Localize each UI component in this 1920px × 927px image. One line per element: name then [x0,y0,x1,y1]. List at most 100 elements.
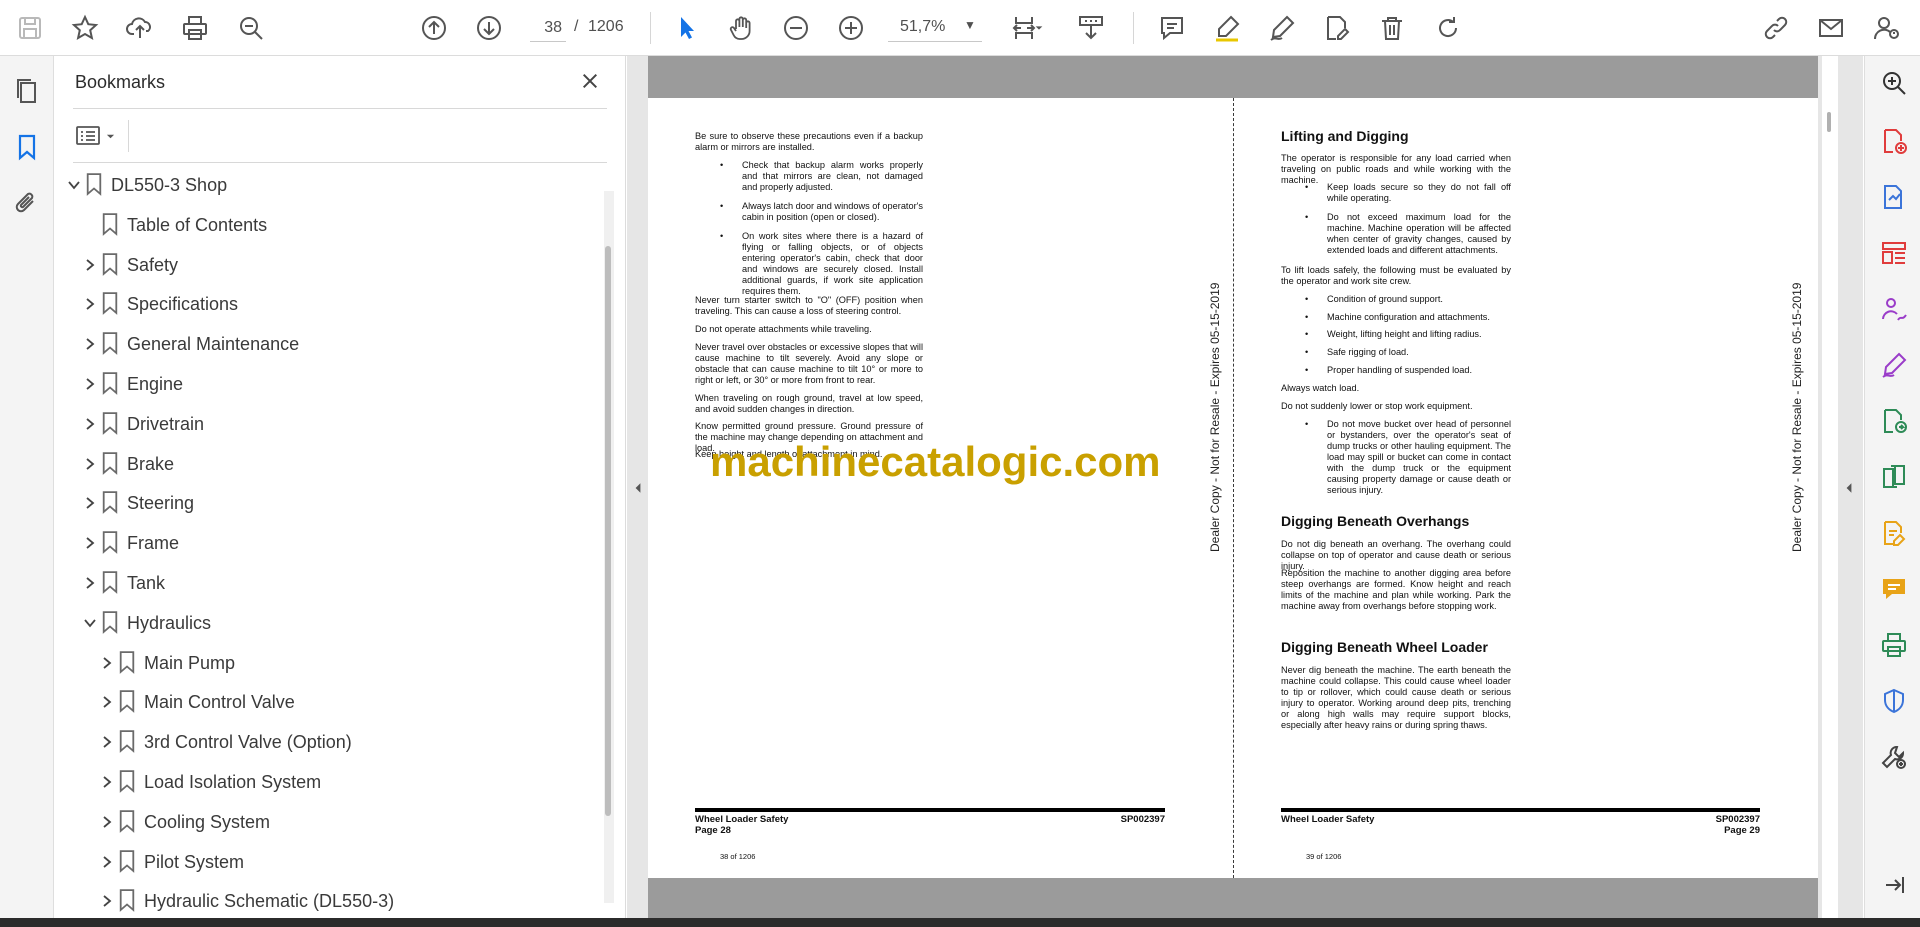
create-pdf-icon[interactable] [1877,124,1911,158]
collapse-right-panel-icon[interactable] [1842,478,1856,498]
bookmark-item[interactable]: Steering [55,484,595,523]
delete-icon[interactable] [1374,10,1410,46]
section-heading: Digging Beneath Wheel Loader [1281,639,1488,655]
bookmark-label: Engine [127,374,184,394]
share-link-icon[interactable] [1758,10,1794,46]
chevron-right-icon[interactable] [96,851,118,873]
chevron-right-icon[interactable] [96,771,118,793]
bullet-text: Check that backup alarm works properly a… [742,160,923,192]
bookmark-flag-icon [118,888,138,914]
bookmark-icon[interactable] [10,130,44,164]
compare-files-icon[interactable] [1877,460,1911,494]
page-down-icon[interactable] [471,10,507,46]
more-tools-icon[interactable] [1877,740,1911,774]
bullet-text: Do not move bucket over head of personne… [1327,419,1511,495]
attachment-icon[interactable] [10,186,44,220]
bookmark-item[interactable]: DL550-3 Shop [55,166,595,205]
bookmark-label: Table of Contents [127,214,268,235]
print-production-icon[interactable] [1877,628,1911,662]
edit-pdf-icon[interactable] [1877,516,1911,550]
sign-icon[interactable] [1264,10,1300,46]
highlight-icon[interactable] [1209,10,1245,46]
bookmark-item[interactable]: Drivetrain [55,405,595,444]
page-up-icon[interactable] [416,10,452,46]
bookmark-item[interactable]: Frame [55,524,595,563]
protect-icon[interactable] [1877,684,1911,718]
pages-icon[interactable] [10,74,44,108]
fill-sign-icon[interactable] [1877,348,1911,382]
chevron-right-icon[interactable] [79,572,101,594]
chevron-right-icon[interactable] [79,254,101,276]
zoom-search-icon[interactable] [1877,66,1911,100]
comment-tool-icon[interactable] [1877,572,1911,606]
comment-icon[interactable] [1154,10,1190,46]
email-icon[interactable] [1813,10,1849,46]
bookmark-item[interactable]: Hydraulic Schematic (DL550-3) [55,882,595,918]
bookmark-item[interactable]: Cooling System [55,803,595,842]
search-zoom-icon[interactable] [233,10,269,46]
send-for-comments-icon[interactable] [1877,404,1911,438]
organize-pages-icon[interactable] [1877,236,1911,270]
footer-title: Wheel Loader Safety [695,814,789,825]
bookmark-item[interactable]: 3rd Control Valve (Option) [55,723,595,762]
bookmark-item[interactable]: Engine [55,365,595,404]
zoom-out-icon[interactable] [778,10,814,46]
chevron-down-icon[interactable] [63,174,85,196]
bookmark-item[interactable]: Brake [55,445,595,484]
bookmark-label: Hydraulics [127,612,212,633]
chevron-right-icon[interactable] [96,890,118,912]
upload-icon[interactable] [122,10,158,46]
bookmark-item[interactable]: Pilot System [55,843,595,882]
bookmark-item[interactable]: Specifications [55,285,595,324]
page-gap-bottom [648,878,1818,918]
chevron-right-icon[interactable] [79,453,101,475]
collapse-left-panel-icon[interactable] [631,478,645,498]
bookmark-flag-icon [101,371,121,397]
chevron-right-icon[interactable] [79,413,101,435]
print-icon[interactable] [177,10,213,46]
chevron-right-icon[interactable] [79,293,101,315]
bookmark-item[interactable]: Main Pump [55,644,595,683]
bookmark-item[interactable]: Tank [55,564,595,603]
save-icon[interactable] [12,10,48,46]
chevron-right-icon[interactable] [96,731,118,753]
bookmark-item[interactable]: Safety [55,246,595,285]
hand-icon[interactable] [723,10,759,46]
chevron-right-icon[interactable] [96,811,118,833]
bookmark-item[interactable]: Main Control Valve [55,683,595,722]
close-icon[interactable] [575,66,605,96]
page-paragraph: Do not operate attachments while traveli… [695,324,872,334]
bookmark-item[interactable]: Load Isolation System [55,763,595,802]
chevron-right-icon[interactable] [79,333,101,355]
bookmark-item[interactable]: General Maintenance [55,325,595,364]
page-spread[interactable]: Be sure to observe these precautions eve… [648,98,1818,878]
rotate-icon[interactable] [1430,10,1466,46]
chevron-down-icon[interactable] [1030,10,1048,46]
chevron-down-icon[interactable] [79,612,101,634]
scrollbar-thumb[interactable] [605,246,611,816]
chevron-right-icon[interactable] [96,691,118,713]
chevron-right-icon[interactable] [79,373,101,395]
bookmarks-scrollbar[interactable] [604,191,614,903]
account-icon[interactable] [1868,10,1904,46]
select-cursor-icon[interactable] [668,10,704,46]
zoom-in-icon[interactable] [833,10,869,46]
bullet-marker: • [1305,329,1309,339]
page-number-input[interactable] [530,14,566,42]
export-pdf-icon[interactable] [1877,180,1911,214]
bookmark-options-button[interactable] [75,120,121,152]
chevron-right-icon[interactable] [79,492,101,514]
bullet-text: On work sites where there is a hazard of… [742,231,923,296]
bookmark-item[interactable]: Hydraulics [55,604,595,643]
request-signature-icon[interactable] [1877,292,1911,326]
star-icon[interactable] [67,10,103,46]
expand-panel-icon[interactable] [1877,868,1911,902]
scroll-mode-icon[interactable] [1073,10,1109,46]
chevron-right-icon[interactable] [79,532,101,554]
scrollbar-thumb[interactable] [1827,112,1831,132]
chevron-right-icon[interactable] [96,652,118,674]
bookmark-item[interactable]: Table of Contents [55,206,595,245]
edit-text-icon[interactable] [1319,10,1355,46]
zoom-dropdown[interactable]: 51,7% ▼ [888,14,982,42]
document-scrollbar[interactable] [1822,56,1838,918]
